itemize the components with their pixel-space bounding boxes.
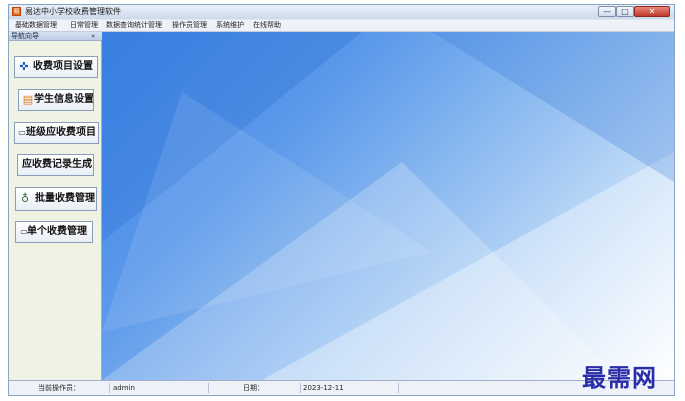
date-value: 2023-12-11 (301, 383, 399, 393)
money-bag-icon: ♁ (20, 192, 30, 205)
nav-button-student-info[interactable]: ▤ 学生信息设置 (18, 89, 94, 111)
app-window: 易 易达中小学校收费管理软件 — □ ✕ 基础数据管理 日常管理 数据查询统计管… (8, 4, 675, 396)
gear-arrows-icon: ✜ (19, 60, 29, 73)
student-info-icon: ▤ (22, 93, 34, 106)
navigation-sidebar: 导航向导 « ✜ 收费项目设置 ▤ 学生信息设置 ▭ 班级应收费项目 应收费记录… (9, 32, 102, 380)
app-logo-icon: 易 (12, 7, 21, 16)
nav-title: 导航向导 (11, 32, 39, 40)
menu-basic-data[interactable]: 基础数据管理 (15, 21, 57, 30)
nav-button-generate-records[interactable]: 应收费记录生成 (17, 154, 94, 176)
menu-bar: 基础数据管理 日常管理 数据查询统计管理 操作员管理 系统维护 在线帮助 (9, 20, 674, 32)
close-button[interactable]: ✕ (634, 6, 670, 17)
nav-header: 导航向导 « (9, 32, 102, 41)
nav-button-label: 批量收费管理 (35, 193, 95, 204)
menu-daily[interactable]: 日常管理 (70, 21, 98, 30)
title-bar[interactable]: 易 易达中小学校收费管理软件 — □ ✕ (9, 5, 674, 19)
operator-label: 当前操作员： (9, 383, 110, 393)
status-bar: 当前操作员： admin 日期： 2023-12-11 (9, 380, 674, 395)
menu-query-stats[interactable]: 数据查询统计管理 (106, 21, 162, 30)
nav-button-fee-items[interactable]: ✜ 收费项目设置 (14, 56, 98, 78)
nav-button-label: 单个收费管理 (27, 226, 87, 237)
collapse-icon[interactable]: « (91, 32, 95, 40)
main-workspace (102, 32, 674, 380)
operator-value: admin (111, 383, 209, 393)
nav-button-batch-fees[interactable]: ♁ 批量收费管理 (15, 187, 97, 211)
minimize-button[interactable]: — (598, 6, 616, 17)
nav-button-label: 班级应收费项目 (26, 127, 96, 138)
menu-help[interactable]: 在线帮助 (253, 21, 281, 30)
nav-button-single-fee[interactable]: ▭ 单个收费管理 (15, 221, 93, 243)
watermark: 最需网 (582, 363, 657, 392)
nav-button-label: 应收费记录生成 (22, 159, 92, 170)
menu-system[interactable]: 系统维护 (216, 21, 244, 30)
nav-button-label: 学生信息设置 (34, 94, 94, 105)
background-pattern (102, 32, 674, 380)
window-title: 易达中小学校收费管理软件 (25, 7, 121, 16)
nav-button-class-fees[interactable]: ▭ 班级应收费项目 (14, 122, 99, 144)
maximize-button[interactable]: □ (616, 6, 634, 17)
date-label: 日期： (207, 383, 301, 393)
nav-button-label: 收费项目设置 (33, 61, 93, 72)
menu-operator[interactable]: 操作员管理 (172, 21, 207, 30)
